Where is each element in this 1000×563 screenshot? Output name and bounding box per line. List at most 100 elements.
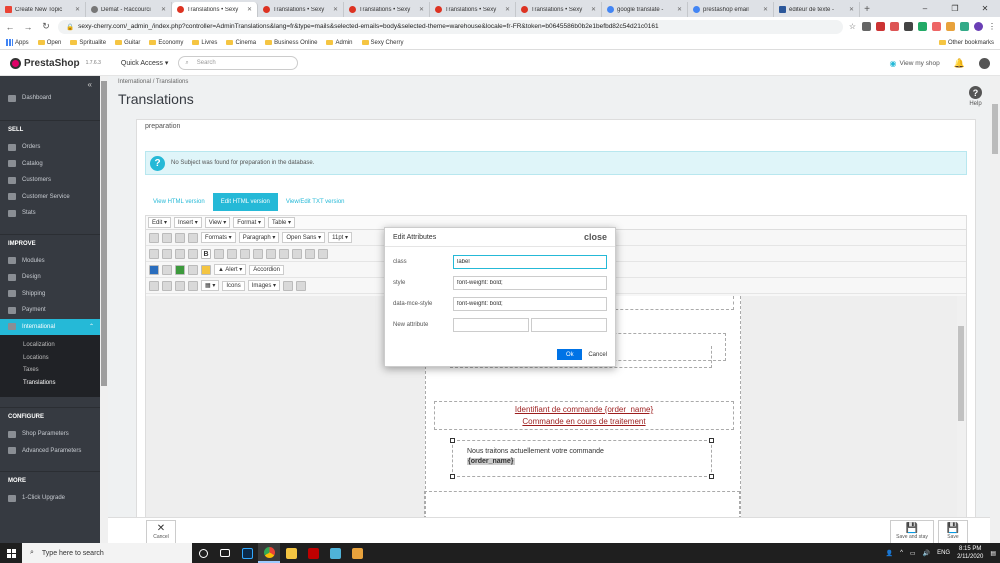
menu-table[interactable]: Table ▾ <box>267 217 296 228</box>
print-icon[interactable] <box>162 232 172 243</box>
close-icon[interactable]: ✕ <box>849 6 854 13</box>
photoshop-icon[interactable] <box>236 543 258 563</box>
table-dropdown[interactable]: ▦ ▾ <box>201 280 220 291</box>
tab-edit-txt[interactable]: View/Edit TXT version <box>278 193 353 211</box>
app-icon[interactable] <box>324 543 346 563</box>
extension-icon[interactable] <box>890 22 899 31</box>
sidebar-item-orders[interactable]: Orders <box>0 139 100 156</box>
extension-icon[interactable] <box>932 22 941 31</box>
button-icon[interactable] <box>149 264 159 275</box>
scrollbar-thumb[interactable] <box>958 326 964 421</box>
browser-tab[interactable]: Demat - Raccourci ✕ <box>86 2 172 17</box>
dialog-cancel-button[interactable]: Cancel <box>588 352 607 358</box>
bookmark-item[interactable]: Livres <box>192 40 217 46</box>
data-mce-style-input[interactable] <box>453 296 607 311</box>
sidebar-item-stats[interactable]: Stats <box>0 205 100 222</box>
filezilla-icon[interactable] <box>302 543 324 563</box>
fullscreen-icon[interactable] <box>188 280 198 291</box>
template-icon[interactable] <box>175 280 185 291</box>
quick-access-button[interactable]: Quick Access ▾ <box>121 59 168 67</box>
new-attribute-name-input[interactable] <box>453 317 529 332</box>
extension-icon[interactable] <box>904 22 913 31</box>
accordion-button[interactable]: Accordion <box>249 264 284 275</box>
volume-icon[interactable]: 🔊 <box>923 550 930 557</box>
bookmark-item[interactable]: Spritualite <box>70 40 106 46</box>
sidebar-item-design[interactable]: Design <box>0 269 100 286</box>
browser-tab[interactable]: Translations • Sexy ✕ <box>516 2 602 17</box>
resize-handle[interactable] <box>709 438 714 443</box>
selected-text-block[interactable]: Nous traitons actuellement votre command… <box>450 438 714 479</box>
network-icon[interactable]: ▭ <box>910 550 916 557</box>
cancel-button[interactable]: ✕ Cancel <box>146 520 176 544</box>
bookmark-item[interactable]: Guitar <box>115 40 140 46</box>
close-icon[interactable]: ✕ <box>763 6 768 13</box>
new-document-icon[interactable] <box>149 232 159 243</box>
sidebar-item-customers[interactable]: Customers <box>0 172 100 189</box>
extension-icon[interactable] <box>862 22 871 31</box>
resize-handle[interactable] <box>450 474 455 479</box>
subscript-icon[interactable] <box>266 248 276 259</box>
alert-dropdown[interactable]: ▲ Alert ▾ <box>214 264 247 275</box>
resize-handle[interactable] <box>450 438 455 443</box>
language-indicator[interactable]: ENG <box>937 550 950 556</box>
tab-view-html[interactable]: View HTML version <box>145 193 213 211</box>
background-color-icon[interactable] <box>305 248 315 259</box>
taskbar-search[interactable]: ⌕ Type here to search <box>22 543 192 563</box>
redo-icon[interactable] <box>188 232 198 243</box>
sidebar-scrollbar[interactable] <box>100 76 108 543</box>
label-icon[interactable] <box>175 264 185 275</box>
underline-icon[interactable] <box>227 248 237 259</box>
sidebar-item-international[interactable]: International ⌃ <box>0 318 100 335</box>
notifications-icon[interactable]: ▤ <box>990 550 996 557</box>
menu-edit[interactable]: Edit ▾ <box>148 217 172 228</box>
scrollbar-thumb[interactable] <box>101 81 107 386</box>
style-input[interactable] <box>453 275 607 290</box>
bold-icon[interactable]: B <box>201 248 211 259</box>
text-color-icon[interactable] <box>279 248 289 259</box>
user-icon[interactable] <box>979 57 990 69</box>
browser-tab[interactable]: google translate - ✕ <box>602 2 688 17</box>
images-dropdown[interactable]: Images ▾ <box>247 280 281 291</box>
formats-dropdown[interactable]: Formats ▾ <box>201 232 236 243</box>
page-scrollbar[interactable] <box>990 76 1000 543</box>
save-button[interactable]: 💾 Save <box>938 520 968 544</box>
collapse-icon[interactable]: « <box>88 80 92 89</box>
italic-icon[interactable] <box>214 248 224 259</box>
close-icon[interactable]: ✕ <box>505 6 510 13</box>
maximize-icon[interactable]: ❐ <box>940 0 970 17</box>
resize-handle[interactable] <box>709 474 714 479</box>
font-size-dropdown[interactable]: 11pt ▾ <box>328 232 353 243</box>
new-attribute-value-input[interactable] <box>531 317 607 332</box>
file-explorer-icon[interactable] <box>280 543 302 563</box>
sidebar-item-customer-service[interactable]: Customer Service <box>0 189 100 206</box>
menu-format[interactable]: Format ▾ <box>233 217 265 228</box>
browser-tab[interactable]: Create New Topic ✕ <box>0 2 86 17</box>
browser-tab[interactable]: Translations • Sexy ✕ <box>344 2 430 17</box>
bookmark-item[interactable]: Economy <box>149 40 183 46</box>
other-bookmarks[interactable]: Other bookmarks <box>938 40 994 46</box>
sidebar-subitem-taxes[interactable]: Taxes <box>0 364 100 377</box>
undo-icon[interactable] <box>175 232 185 243</box>
close-icon[interactable]: ✕ <box>591 6 596 13</box>
paragraph-dropdown[interactable]: Paragraph ▾ <box>238 232 280 243</box>
panel-icon[interactable] <box>188 264 198 275</box>
browser-tab[interactable]: Translations • Sexy ✕ <box>430 2 516 17</box>
chrome-icon[interactable] <box>258 543 280 563</box>
sidebar-item-advanced-parameters[interactable]: Advanced Parameters <box>0 443 100 460</box>
icons-button[interactable]: Icons <box>222 280 245 291</box>
sidebar-subitem-locations[interactable]: Locations <box>0 351 100 364</box>
list-icon[interactable] <box>318 248 328 259</box>
view-shop-link[interactable]: ◉ View my shop <box>889 59 939 68</box>
sidebar-item-shop-parameters[interactable]: Shop Parameters <box>0 426 100 443</box>
browser-tab[interactable]: Translations • Sexy ✕ <box>258 2 344 17</box>
badge-icon[interactable] <box>201 264 211 275</box>
copy-icon[interactable] <box>162 248 172 259</box>
chevron-up-icon[interactable]: ^ <box>900 550 903 556</box>
back-icon[interactable]: ← <box>4 22 16 32</box>
order-header-block[interactable]: Identifiant de commande {order_name} Com… <box>434 401 734 430</box>
bookmark-item[interactable]: Apps <box>6 39 29 46</box>
paste-icon[interactable] <box>175 248 185 259</box>
close-icon[interactable]: ✕ <box>161 6 166 13</box>
bookmark-item[interactable]: Business Online <box>265 40 317 46</box>
sidebar-subitem-localization[interactable]: Localization <box>0 339 100 352</box>
